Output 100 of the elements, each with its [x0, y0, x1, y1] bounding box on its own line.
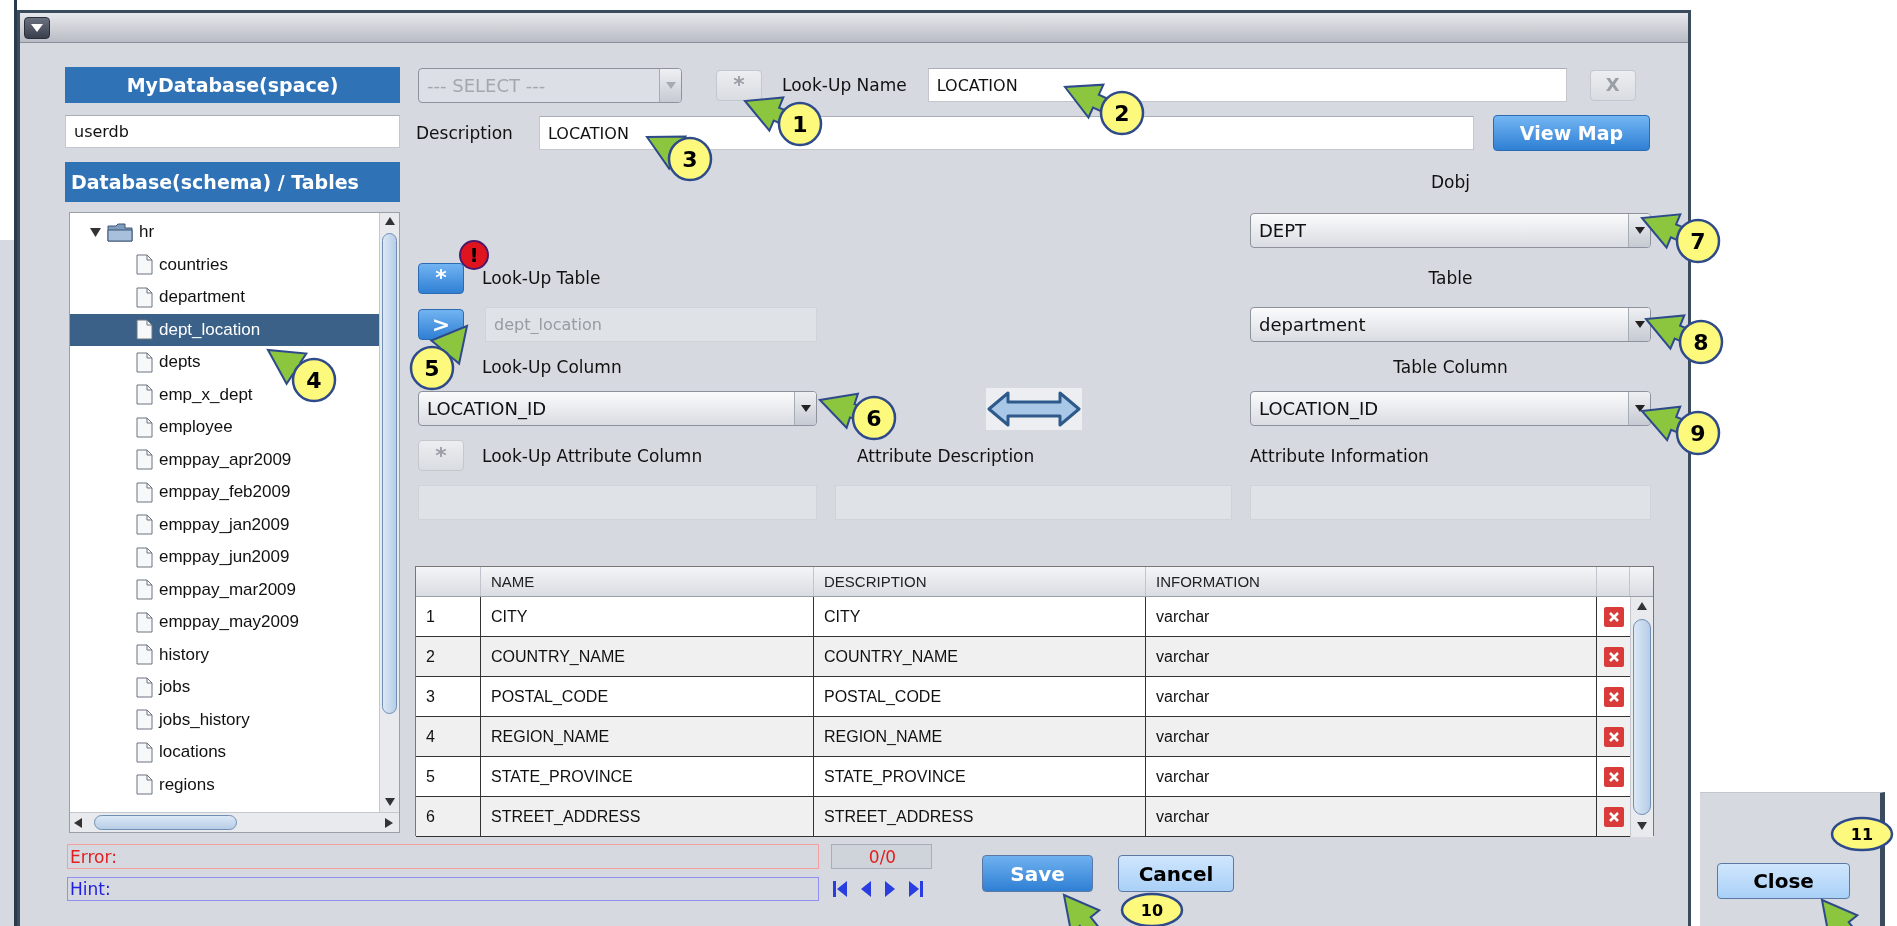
- step-number-badge: 2: [1099, 90, 1145, 136]
- field-label: Dobj: [1431, 172, 1470, 192]
- file-icon: [136, 514, 153, 536]
- caret-icon: [1634, 405, 1645, 412]
- step-number-badge: 7: [1675, 218, 1721, 264]
- file-icon: [136, 384, 153, 406]
- delete-icon[interactable]: [1603, 606, 1624, 627]
- field-label: Table: [1428, 268, 1473, 288]
- column-header: DESCRIPTION: [814, 567, 1146, 596]
- tree-item[interactable]: dept_location: [70, 313, 379, 346]
- field-label: Look-Up Name: [782, 75, 907, 95]
- tree-item[interactable]: emp_x_dept: [70, 378, 257, 411]
- hint-message: Hint:: [67, 877, 819, 901]
- tree-item[interactable]: history: [70, 638, 214, 671]
- column-header: INFORMATION: [1146, 567, 1597, 596]
- file-icon: [136, 319, 153, 341]
- file-icon: [136, 546, 153, 568]
- delete-icon[interactable]: [1603, 766, 1624, 787]
- field-label: Table Column: [1393, 357, 1508, 377]
- field-label: Look-Up Table: [482, 268, 601, 288]
- step-number-badge: 3: [667, 136, 713, 182]
- tree-item[interactable]: employee: [70, 411, 237, 444]
- window-menu-button[interactable]: [24, 16, 50, 39]
- delete-icon[interactable]: [1603, 686, 1624, 707]
- file-icon: [136, 579, 153, 601]
- file-icon: [136, 741, 153, 763]
- panel-header: MyDatabase(space): [65, 67, 400, 103]
- panel-header: Database(schema) / Tables: [65, 162, 400, 202]
- file-icon: [136, 774, 153, 796]
- tree-item[interactable]: emppay_feb2009: [70, 476, 295, 509]
- step-number-badge: 1: [777, 101, 823, 147]
- file-icon: [136, 676, 153, 698]
- tree-item[interactable]: department: [70, 281, 249, 314]
- vertical-scrollbar[interactable]: [379, 213, 399, 812]
- step-number-badge: 4: [291, 357, 337, 403]
- delete-icon[interactable]: [1603, 806, 1624, 827]
- caret-icon: [800, 405, 811, 412]
- caret-icon: [1634, 227, 1645, 234]
- next-page-icon[interactable]: [884, 880, 896, 898]
- caret-icon: [31, 23, 43, 32]
- tree-item[interactable]: emppay_jan2009: [70, 508, 294, 541]
- input-field[interactable]: LOCATION: [927, 68, 1567, 102]
- scroll-right-icon[interactable]: [385, 817, 395, 828]
- tree-item[interactable]: jobs: [70, 671, 195, 704]
- step-number-badge: 10: [1120, 892, 1184, 926]
- first-page-icon[interactable]: [833, 880, 848, 898]
- scroll-down-icon[interactable]: [384, 798, 395, 808]
- table-cell: STREET_ADDRESS: [814, 797, 1146, 837]
- file-icon: [136, 481, 153, 503]
- table-cell: varchar: [1146, 797, 1597, 837]
- cancel-button[interactable]: Cancel: [1118, 855, 1234, 892]
- step-number-badge: 5: [409, 345, 455, 391]
- field-label: Attribute Information: [1250, 445, 1429, 466]
- tree-item[interactable]: emppay_apr2009: [70, 443, 296, 476]
- file-icon: [136, 351, 153, 373]
- field-label: Look-Up Column: [482, 357, 622, 377]
- scroll-up-icon[interactable]: [1637, 602, 1647, 612]
- tree-item[interactable]: locations: [70, 736, 231, 769]
- scroll-left-icon[interactable]: [74, 817, 84, 828]
- collapse-icon[interactable]: [90, 226, 101, 238]
- field-label: Look-Up Attribute Column: [482, 445, 703, 466]
- dropdown[interactable]: DEPT: [1250, 213, 1651, 248]
- input-field[interactable]: userdb: [65, 115, 400, 148]
- delete-icon[interactable]: [1603, 646, 1624, 667]
- tree-folder-item[interactable]: hr: [70, 216, 159, 249]
- file-icon: [136, 709, 153, 731]
- tree-item[interactable]: jobs_history: [70, 703, 254, 736]
- dropdown[interactable]: LOCATION_ID: [1250, 391, 1651, 426]
- caret-icon: [665, 81, 676, 89]
- step-number-badge: 6: [851, 395, 897, 441]
- step-number-badge: 9: [1675, 410, 1721, 456]
- vertical-scrollbar[interactable]: [1630, 597, 1653, 837]
- tree-item[interactable]: depts: [70, 346, 205, 379]
- warning-badge: !: [459, 240, 489, 270]
- field-label: Description: [416, 123, 514, 143]
- horizontal-scrollbar[interactable]: [70, 812, 399, 832]
- file-icon: [136, 254, 153, 276]
- scroll-up-icon[interactable]: [384, 217, 395, 227]
- dropdown[interactable]: department: [1250, 307, 1651, 342]
- step-number-badge: 11: [1830, 816, 1894, 852]
- tree-item[interactable]: countries: [70, 248, 232, 281]
- column-header: NAME: [481, 567, 814, 596]
- delete-icon[interactable]: [1603, 726, 1624, 747]
- dropdown[interactable]: LOCATION_ID: [418, 391, 817, 426]
- tree-item[interactable]: regions: [70, 768, 219, 801]
- step-number-badge: 8: [1678, 319, 1724, 365]
- tree-item[interactable]: emppay_mar2009: [70, 573, 301, 606]
- error-counter: 0/0: [831, 844, 932, 869]
- file-icon: [136, 449, 153, 471]
- file-icon: [136, 286, 153, 308]
- caret-icon: [1634, 321, 1645, 328]
- scroll-down-icon[interactable]: [1637, 822, 1647, 832]
- prev-page-icon[interactable]: [860, 880, 872, 898]
- tree-item[interactable]: emppay_jun2009: [70, 541, 294, 574]
- tree-item[interactable]: emppay_may2009: [70, 606, 303, 639]
- error-message: Error:: [67, 844, 819, 869]
- close-button[interactable]: Close: [1717, 863, 1850, 899]
- last-page-icon[interactable]: [908, 880, 923, 898]
- table-cell: STREET_ADDRESS: [481, 797, 814, 837]
- field-label: Attribute Description: [857, 445, 1035, 466]
